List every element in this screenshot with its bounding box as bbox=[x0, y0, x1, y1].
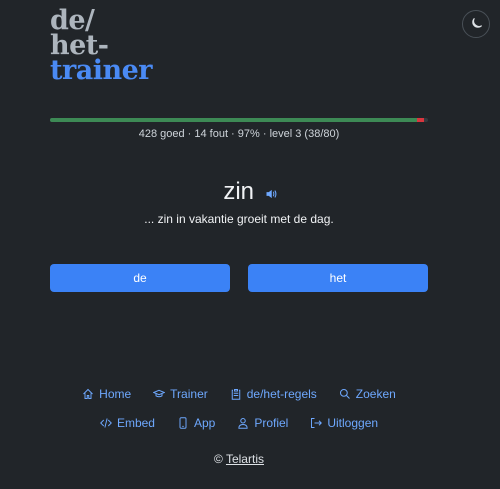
telartis-link[interactable]: Telartis bbox=[226, 452, 264, 466]
nav-trainer-label: Trainer bbox=[170, 387, 208, 401]
nav-rules-label: de/het-regels bbox=[246, 387, 317, 401]
mortarboard-icon bbox=[153, 389, 166, 398]
nav-embed-label: Embed bbox=[116, 416, 155, 430]
person-icon bbox=[238, 418, 248, 429]
example-sentence: ... zin in vakantie groeit met de dag. bbox=[144, 212, 334, 226]
nav-home[interactable]: Home bbox=[82, 387, 131, 401]
progress-good bbox=[50, 118, 417, 122]
moon-icon bbox=[472, 18, 482, 28]
progress-bad bbox=[416, 118, 425, 122]
search-icon bbox=[339, 388, 350, 399]
speaker-icon[interactable] bbox=[265, 179, 277, 207]
clipboard-icon bbox=[231, 389, 240, 400]
de-button[interactable]: de bbox=[50, 264, 230, 292]
nav-logout-label: Uitloggen bbox=[327, 416, 379, 430]
nav-app-label: App bbox=[193, 416, 216, 430]
nav-app[interactable]: App bbox=[177, 416, 215, 430]
site-logo[interactable]: de/ het- trainer bbox=[50, 7, 152, 86]
copyright-symbol: © bbox=[214, 452, 223, 466]
code-icon bbox=[99, 418, 112, 428]
nav-profile-label: Profiel bbox=[254, 416, 289, 430]
current-word: zin bbox=[223, 178, 254, 205]
het-button[interactable]: het bbox=[248, 264, 428, 292]
nav-search-label: Zoeken bbox=[355, 387, 396, 401]
nav-row-1: Home Trainer de/het-regels Zoeken bbox=[0, 387, 478, 401]
progress-bar bbox=[50, 118, 428, 122]
nav-trainer[interactable]: Trainer bbox=[153, 387, 208, 401]
home-icon bbox=[83, 388, 94, 399]
nav-profile[interactable]: Profiel bbox=[237, 416, 288, 430]
logout-icon bbox=[311, 418, 323, 428]
nav-embed[interactable]: Embed bbox=[99, 416, 155, 430]
logo-line-3: trainer bbox=[50, 55, 152, 86]
phone-icon bbox=[179, 417, 187, 429]
theme-toggle-button[interactable] bbox=[462, 10, 490, 38]
nav-row-2: Embed App Profiel Uitloggen bbox=[0, 416, 478, 430]
nav-search[interactable]: Zoeken bbox=[339, 387, 396, 401]
nav-logout[interactable]: Uitloggen bbox=[310, 416, 378, 430]
nav-home-label: Home bbox=[99, 387, 132, 401]
nav-rules[interactable]: de/het-regels bbox=[230, 387, 317, 401]
word-row: zin bbox=[0, 178, 500, 207]
footer: © Telartis bbox=[0, 452, 478, 466]
stats-text: 428 goed · 14 fout · 97% · level 3 (38/8… bbox=[138, 128, 340, 140]
